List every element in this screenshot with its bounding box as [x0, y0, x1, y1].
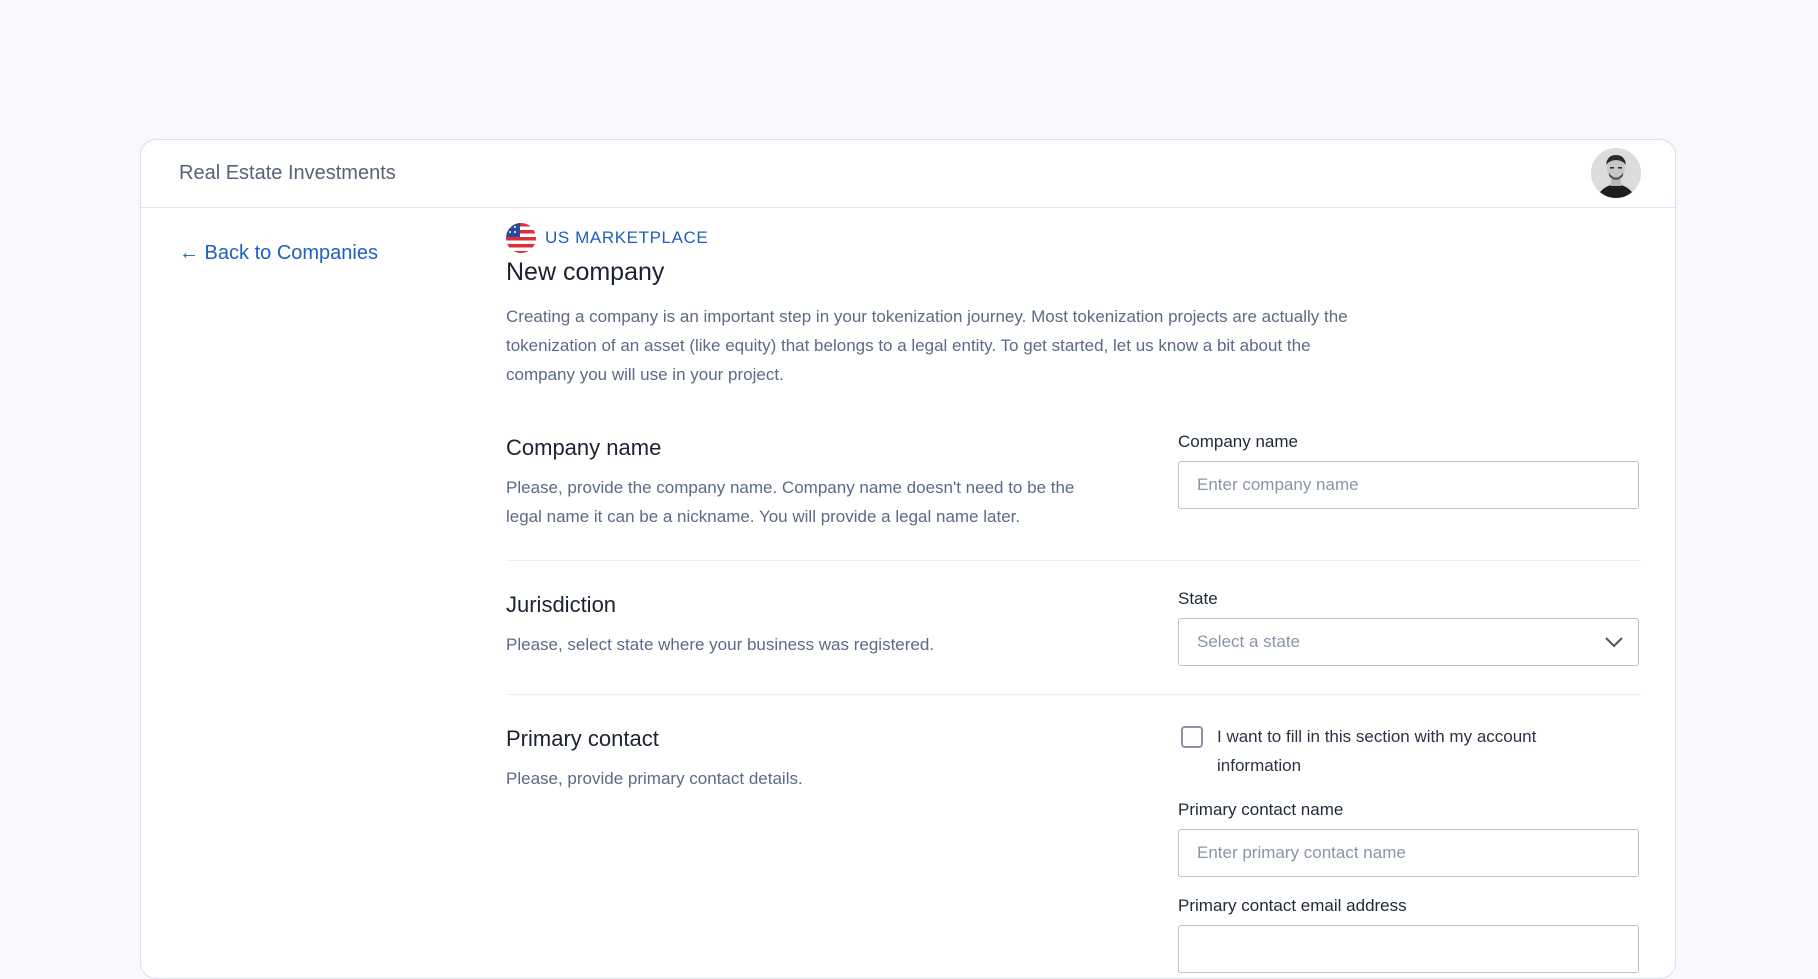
state-select-value: Select a state	[1197, 632, 1301, 651]
app-window: Real Estate Investments ← Back to Compan…	[140, 139, 1676, 979]
app-title: Real Estate Investments	[179, 162, 396, 184]
state-label: State	[1178, 589, 1218, 608]
user-avatar[interactable]	[1591, 148, 1641, 198]
primary-contact-email-input[interactable]	[1178, 925, 1639, 973]
page-intro: Creating a company is an important step …	[506, 307, 1348, 384]
section-title-jurisdiction: Jurisdiction	[506, 592, 617, 617]
section-description-primary-contact: Please, provide primary contact details.	[506, 769, 803, 788]
primary-contact-name-label: Primary contact name	[1178, 800, 1344, 819]
use-account-info-checkbox[interactable]	[1181, 726, 1203, 748]
section-description-jurisdiction: Please, select state where your business…	[506, 635, 935, 654]
primary-contact-name-input[interactable]	[1178, 829, 1639, 877]
section-description-company-name: Please, provide the company name. Compan…	[506, 478, 1075, 526]
primary-contact-email-label: Primary contact email address	[1178, 896, 1407, 915]
section-divider	[506, 560, 1641, 561]
section-title-primary-contact: Primary contact	[506, 726, 659, 751]
company-name-label: Company name	[1178, 432, 1299, 451]
avatar-image	[1591, 148, 1641, 198]
page-title: New company	[506, 258, 665, 286]
company-name-input[interactable]	[1178, 461, 1639, 509]
state-select[interactable]: Select a state	[1178, 618, 1639, 666]
section-divider	[506, 694, 1641, 695]
marketplace-label: US MARKETPLACE	[545, 228, 709, 247]
section-title-company-name: Company name	[506, 435, 662, 460]
us-flag-icon	[506, 223, 536, 253]
chevron-down-icon	[1605, 637, 1623, 648]
back-to-companies-link[interactable]: ← Back to Companies	[179, 242, 378, 265]
top-bar: Real Estate Investments	[141, 140, 1675, 208]
marketplace-badge: US MARKETPLACE	[506, 220, 708, 256]
use-account-info-label[interactable]: I want to fill in this section with my a…	[1217, 722, 1617, 780]
